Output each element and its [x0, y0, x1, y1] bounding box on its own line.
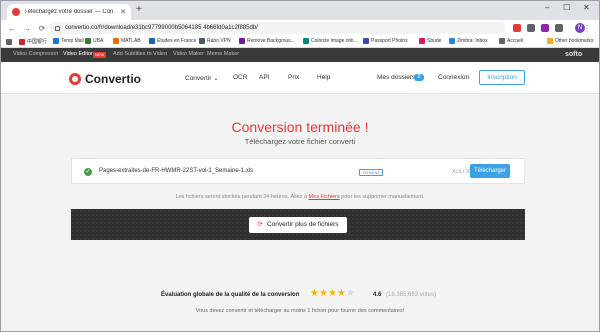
- bookmark-item[interactable]: Accueil: [499, 38, 523, 44]
- address-bar: ← → ⟳ convertio.co/fr/download/e31bc9779…: [1, 20, 599, 36]
- bookmark-icon: [363, 38, 369, 44]
- page-subtitle: Téléchargez votre fichier converti: [244, 137, 356, 146]
- my-files-link[interactable]: Mes Fichiers: [309, 194, 340, 200]
- storage-notice: Les fichiers seront stockés pendant 24 h…: [175, 194, 425, 200]
- nav-convertir[interactable]: Convertir ⌄: [185, 74, 219, 82]
- softo-link-active[interactable]: Video Editor: [63, 51, 93, 57]
- bookmark-item[interactable]: Sbude: [419, 38, 441, 44]
- minimize-icon[interactable]: –: [545, 3, 549, 12]
- bookmark-item[interactable]: Études en France: [149, 38, 196, 44]
- browser-tab[interactable]: Téléchargez votre dossier — Con ✕: [7, 4, 131, 20]
- file-name: Pages-extraites-de-FR-HWMR-22ST-vol-1_Se…: [99, 168, 254, 174]
- tab-strip: Téléchargez votre dossier — Con ✕ + – ☐ …: [1, 1, 599, 20]
- lock-icon: [55, 25, 60, 31]
- browser-window: Téléchargez votre dossier — Con ✕ + – ☐ …: [0, 0, 600, 332]
- bookmark-icon: [419, 38, 425, 44]
- nav-ocr[interactable]: OCR: [233, 74, 247, 81]
- maximize-icon[interactable]: ☐: [563, 3, 570, 12]
- bookmark-item[interactable]: MATLAB: [113, 38, 141, 44]
- rating-score: 4.6: [373, 292, 382, 298]
- bookmark-item[interactable]: Temp Mail: [53, 38, 84, 44]
- menu-icon[interactable]: ⋮: [583, 24, 591, 33]
- nav-prix[interactable]: Prix: [288, 74, 299, 81]
- url-field[interactable]: convertio.co/fr/download/e31bc97799000b5…: [49, 22, 505, 34]
- bookmark-item[interactable]: Rabo VPN: [199, 38, 231, 44]
- convertio-logo-icon: [69, 73, 81, 85]
- page-title: Conversion terminée !: [231, 119, 369, 135]
- chevron-down-icon: ⌄: [213, 75, 219, 82]
- convertio-favicon-icon: [12, 8, 20, 16]
- refresh-icon: ⟳: [257, 221, 263, 228]
- url-text: convertio.co/fr/download/e31bc97799000b5…: [65, 25, 258, 31]
- extension-icon[interactable]: [513, 24, 521, 32]
- convert-more-panel: ⟳ Convertir plus de fichiers: [71, 209, 525, 240]
- bookmark-item[interactable]: Other bookmarks: [547, 38, 593, 44]
- tab-title: Téléchargez votre dossier — Con: [24, 9, 114, 15]
- bookmark-item[interactable]: Zimbra: Inbox: [449, 38, 488, 44]
- convert-more-button[interactable]: ⟳ Convertir plus de fichiers: [249, 217, 347, 233]
- softo-link[interactable]: Video Compressor: [13, 51, 58, 57]
- softo-link[interactable]: Meme Maker: [207, 51, 239, 57]
- tab-close-icon[interactable]: ✕: [120, 8, 126, 16]
- bookmark-item[interactable]: UBA: [85, 38, 103, 44]
- bookmark-icon: [499, 38, 505, 44]
- bookmark-icon: [449, 38, 455, 44]
- status-badge: TERMINÉ: [359, 169, 383, 176]
- bookmark-icon: [199, 38, 205, 44]
- signup-button[interactable]: Inscription: [479, 70, 525, 85]
- star-icon[interactable]: ★: [310, 288, 319, 299]
- bookmark-item[interactable]: Remove Backgrous...: [239, 38, 295, 44]
- bookmarks-bar: 中国银行 Temp Mail UBA MATLAB Études en Fran…: [1, 36, 599, 48]
- nav-help[interactable]: Help: [317, 74, 330, 81]
- folders-count-badge: 0: [414, 74, 424, 81]
- softo-link[interactable]: Add Subtitles to Video: [113, 51, 167, 57]
- apps-icon[interactable]: [6, 39, 12, 45]
- star-icon[interactable]: ★: [319, 288, 328, 299]
- close-window-icon[interactable]: ✕: [583, 3, 590, 12]
- bookmark-icon: [239, 38, 245, 44]
- star-icon[interactable]: ★: [328, 288, 337, 299]
- extension-icon[interactable]: [527, 24, 535, 32]
- logo-text: Convertio: [85, 72, 142, 86]
- star-half-icon[interactable]: ★: [346, 288, 355, 299]
- extension-icon[interactable]: [541, 24, 549, 32]
- bookmark-icon: [303, 38, 309, 44]
- rating-label: Évaluation globale de la qualité de la c…: [161, 292, 300, 298]
- bookmark-item[interactable]: Passport Photos: [363, 38, 408, 44]
- my-folders-link[interactable]: Mes dossiers: [377, 74, 415, 81]
- forward-icon[interactable]: →: [23, 24, 31, 33]
- star-icon[interactable]: ★: [337, 288, 346, 299]
- bookmark-item[interactable]: 中国银行: [19, 38, 47, 45]
- softo-toolbar: Video Compressor Video Editor NEW Add Su…: [1, 48, 599, 62]
- puzzle-icon[interactable]: [555, 24, 563, 32]
- new-badge: NEW: [93, 52, 107, 58]
- bookmark-icon: [113, 38, 119, 44]
- check-icon: ✓: [84, 168, 92, 176]
- back-icon[interactable]: ←: [8, 24, 16, 33]
- bookmark-item[interactable]: Colorize image onli...: [303, 38, 358, 44]
- feedback-note: Vous devez convertir et télécharger au m…: [195, 308, 405, 314]
- bookmark-icon: [149, 38, 155, 44]
- download-button[interactable]: Télécharger: [470, 164, 510, 178]
- site-header: Convertio Convertir ⌄ OCR API Prix Help …: [1, 62, 599, 94]
- bookmark-icon: [53, 38, 59, 44]
- file-row: ✓ Pages-extraites-de-FR-HWMR-22ST-vol-1_…: [71, 158, 525, 184]
- folder-icon: [547, 38, 553, 44]
- bookmark-icon: [85, 38, 91, 44]
- new-tab-button[interactable]: +: [136, 5, 142, 15]
- rating-stars[interactable]: ★★★★★: [310, 288, 355, 299]
- rating-votes: (18,365,663 votes): [386, 292, 437, 298]
- nav-api[interactable]: API: [259, 74, 269, 81]
- bookmark-icon: [19, 38, 25, 45]
- login-link[interactable]: Connexion: [438, 74, 469, 81]
- softo-link[interactable]: Video Maker: [173, 51, 204, 57]
- convertio-logo[interactable]: Convertio: [69, 72, 141, 86]
- reload-icon[interactable]: ⟳: [38, 24, 46, 33]
- softo-logo[interactable]: softo: [565, 51, 582, 58]
